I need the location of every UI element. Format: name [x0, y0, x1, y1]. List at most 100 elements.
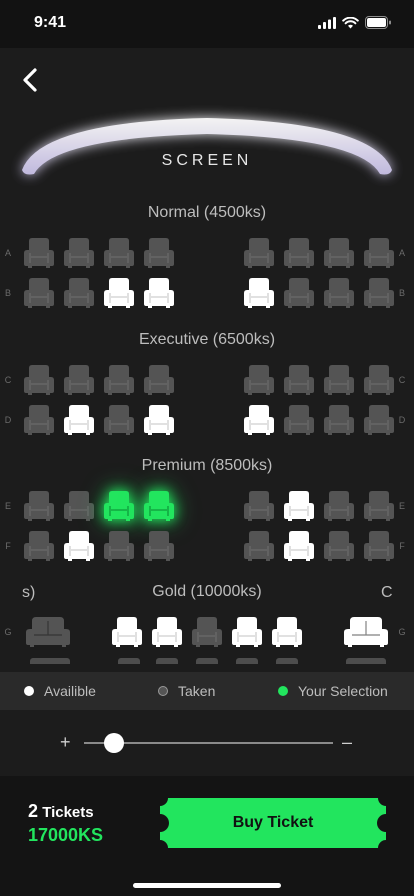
seat-b1[interactable]: [24, 277, 54, 309]
zoom-out-button[interactable]: –: [342, 732, 352, 753]
seat-d6[interactable]: [284, 404, 314, 436]
battery-icon: [365, 16, 391, 29]
seat-c2[interactable]: [64, 364, 94, 396]
seat-d4[interactable]: [144, 404, 174, 436]
legend-selection: Your Selection: [278, 683, 388, 699]
section-title-premium: Premium (8500ks): [141, 457, 273, 474]
partial-seat: [196, 658, 218, 664]
seat-a4[interactable]: [144, 237, 174, 269]
seat-a5[interactable]: [244, 237, 274, 269]
seat-d5[interactable]: [244, 404, 274, 436]
seat-d2[interactable]: [64, 404, 94, 436]
legend-taken-label: Taken: [178, 683, 216, 699]
seat-f6[interactable]: [284, 530, 314, 562]
seat-e8[interactable]: [364, 490, 394, 522]
seat-icon: [24, 238, 54, 268]
seat-g4[interactable]: [192, 616, 222, 648]
seat-g2[interactable]: [112, 616, 142, 648]
seat-f8[interactable]: [364, 530, 394, 562]
seat-e5[interactable]: [244, 490, 274, 522]
screen-label: SCREEN: [161, 152, 253, 169]
seat-icon: [364, 531, 394, 561]
row-label-a: A: [4, 248, 11, 258]
seat-c5[interactable]: [244, 364, 274, 396]
seat-icon: [244, 278, 274, 308]
seat-icon: [232, 617, 262, 647]
seat-d1[interactable]: [24, 404, 54, 436]
seat-e3[interactable]: [104, 490, 134, 522]
checkout-footer: 2 Tickets 17000KS Buy Ticket: [0, 776, 414, 896]
zoom-in-button[interactable]: +: [60, 732, 71, 753]
seat-b7[interactable]: [324, 277, 354, 309]
seat-icon: [64, 531, 94, 561]
seat-b4[interactable]: [144, 277, 174, 309]
partial-seat: [346, 658, 386, 664]
seat-icon: [144, 531, 174, 561]
seat-c3[interactable]: [104, 364, 134, 396]
status-bar: 9:41: [0, 0, 414, 48]
sofa-seat-g7[interactable]: [344, 616, 388, 648]
seat-icon: [64, 278, 94, 308]
chevron-left-icon: [23, 68, 37, 92]
seat-f1[interactable]: [24, 530, 54, 562]
seat-a8[interactable]: [364, 237, 394, 269]
seat-e4[interactable]: [144, 490, 174, 522]
sofa-seat-g1[interactable]: [26, 616, 70, 648]
seat-f2[interactable]: [64, 530, 94, 562]
available-dot-icon: [24, 686, 34, 696]
seat-icon: [24, 365, 54, 395]
seat-e7[interactable]: [324, 490, 354, 522]
ticket-count-number: 2: [28, 801, 39, 821]
seat-c6[interactable]: [284, 364, 314, 396]
seat-icon: [24, 491, 54, 521]
buy-ticket-button[interactable]: Buy Ticket: [160, 798, 386, 848]
seat-b8[interactable]: [364, 277, 394, 309]
seat-icon: [324, 531, 354, 561]
legend-available-label: Availible: [44, 683, 96, 699]
seat-icon: [24, 405, 54, 435]
seat-icon: [364, 365, 394, 395]
seat-icon: [104, 531, 134, 561]
seat-icon: [64, 365, 94, 395]
seat-c8[interactable]: [364, 364, 394, 396]
seat-f5[interactable]: [244, 530, 274, 562]
seat-e2[interactable]: [64, 490, 94, 522]
seat-icon: [64, 491, 94, 521]
seat-a7[interactable]: [324, 237, 354, 269]
seat-c1[interactable]: [24, 364, 54, 396]
seat-g5[interactable]: [232, 616, 262, 648]
section-title-gold: Gold (10000ks): [152, 583, 262, 600]
seat-icon: [64, 238, 94, 268]
seat-f3[interactable]: [104, 530, 134, 562]
seat-e6[interactable]: [284, 490, 314, 522]
seat-c4[interactable]: [144, 364, 174, 396]
row-label-d: D: [4, 415, 12, 425]
seat-c7[interactable]: [324, 364, 354, 396]
seat-b2[interactable]: [64, 277, 94, 309]
seat-g3[interactable]: [152, 616, 182, 648]
partial-section-label-left: s): [22, 584, 36, 601]
back-button[interactable]: [16, 64, 46, 96]
home-indicator[interactable]: [133, 883, 281, 888]
row-label-e: E: [4, 501, 11, 511]
seat-g6[interactable]: [272, 616, 302, 648]
seat-a3[interactable]: [104, 237, 134, 269]
seat-a2[interactable]: [64, 237, 94, 269]
seat-icon: [272, 617, 302, 647]
seat-d7[interactable]: [324, 404, 354, 436]
seat-b5[interactable]: [244, 277, 274, 309]
seat-icon: [244, 365, 274, 395]
ticket-count: 2 Tickets: [28, 801, 94, 822]
seat-d3[interactable]: [104, 404, 134, 436]
seat-icon: [364, 405, 394, 435]
seat-f4[interactable]: [144, 530, 174, 562]
seat-a6[interactable]: [284, 237, 314, 269]
seat-b3[interactable]: [104, 277, 134, 309]
seat-b6[interactable]: [284, 277, 314, 309]
seat-a1[interactable]: [24, 237, 54, 269]
zoom-slider-thumb[interactable]: [103, 733, 124, 753]
seat-icon: [144, 278, 174, 308]
seat-f7[interactable]: [324, 530, 354, 562]
seat-d8[interactable]: [364, 404, 394, 436]
seat-e1[interactable]: [24, 490, 54, 522]
